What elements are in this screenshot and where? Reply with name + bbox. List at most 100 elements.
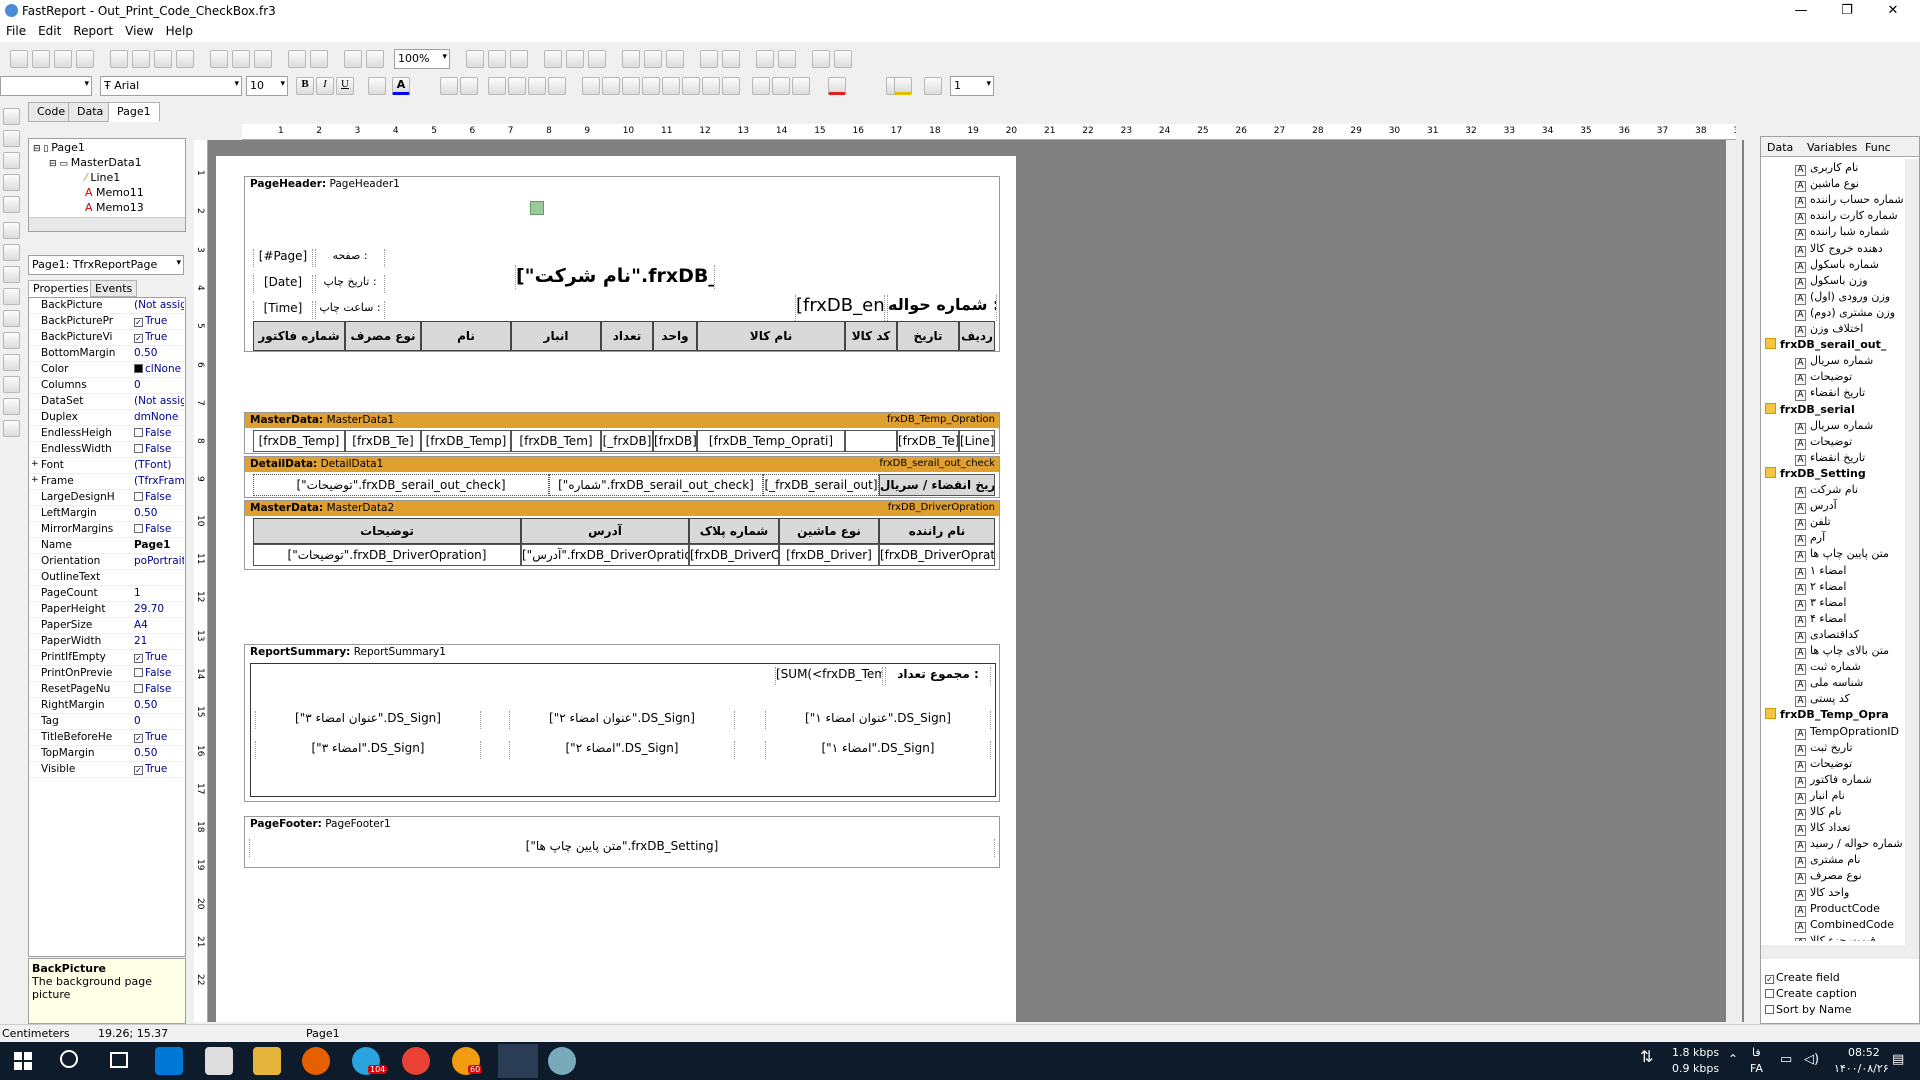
data-field[interactable]: A تاریخ ثبت: [1795, 741, 1853, 756]
checkbox-icon[interactable]: ✓: [134, 766, 143, 775]
property-row[interactable]: BackPicture (Not assigned): [29, 298, 185, 314]
data-vscrollbar[interactable]: [1905, 159, 1919, 959]
col-header[interactable]: کد کالا: [845, 321, 897, 351]
same-height-icon[interactable]: [834, 50, 852, 68]
space-vert-icon[interactable]: [722, 50, 740, 68]
center-vert-icon[interactable]: [778, 50, 796, 68]
property-row[interactable]: MirrorMargins False: [29, 522, 185, 538]
tab-variables[interactable]: Variables: [1807, 141, 1857, 154]
data-option[interactable]: ✓ Create field: [1765, 971, 1840, 984]
property-value[interactable]: 0.50: [134, 747, 184, 759]
data-field[interactable]: A شماره سریال: [1795, 419, 1873, 434]
dataset-node[interactable]: frxDB_serail_out_: [1765, 338, 1886, 351]
property-value[interactable]: False: [134, 491, 184, 503]
space-horz-icon[interactable]: [700, 50, 718, 68]
sign-3[interactable]: ["امضاء ۳".DS_Sign]: [255, 741, 481, 759]
col-header[interactable]: شماره فاکتور: [253, 321, 345, 351]
col-header[interactable]: تعداد: [601, 321, 653, 351]
property-value[interactable]: False: [134, 523, 184, 535]
menu-view[interactable]: View: [119, 22, 159, 40]
checkbox-icon[interactable]: [134, 444, 143, 453]
line-object-icon[interactable]: [3, 332, 20, 349]
tree-item[interactable]: ⊟ ▯ Page1: [33, 141, 85, 154]
property-value[interactable]: False: [134, 443, 184, 455]
col-header[interactable]: شماره پلاک: [689, 518, 779, 544]
checkbox-icon[interactable]: [134, 668, 143, 677]
sign-1[interactable]: ["امضاء ۱".DS_Sign]: [765, 741, 991, 759]
data-field[interactable]: A نام انبار: [1795, 789, 1845, 804]
frame-top-icon[interactable]: [642, 77, 660, 95]
page-number-memo[interactable]: [#Page]: [253, 249, 313, 267]
object-select[interactable]: Page1: TfrxReportPage: [28, 255, 184, 275]
col-header[interactable]: ردیف: [959, 321, 995, 351]
data-field[interactable]: A تاریخ انقضاء: [1795, 451, 1865, 466]
data-field[interactable]: A تعداد کالا: [1795, 821, 1850, 837]
file-explorer-icon[interactable]: [253, 1047, 281, 1075]
checkbox-object-icon[interactable]: [3, 376, 20, 393]
data-field[interactable]: A تاریخ انقضاء: [1795, 386, 1865, 402]
col-header[interactable]: نوع ماشین: [779, 518, 879, 544]
cut-icon[interactable]: [210, 50, 228, 68]
data-cell[interactable]: ["توضیحات".frxDB_serail_out_check]: [253, 474, 549, 496]
property-value[interactable]: ✓ True: [134, 763, 184, 775]
property-value[interactable]: (Not assigned): [134, 299, 184, 311]
mail-icon[interactable]: [205, 1047, 233, 1075]
bold-button[interactable]: B: [296, 77, 314, 95]
data-field[interactable]: A امضاء ۳: [1795, 596, 1846, 611]
data-hscrollbar[interactable]: [1761, 945, 1905, 959]
data-field[interactable]: A نام کاربری: [1795, 161, 1858, 176]
property-row[interactable]: ResetPageNu False: [29, 682, 185, 698]
telegram-icon[interactable]: 104: [352, 1047, 388, 1075]
picture-object-icon[interactable]: [3, 266, 20, 283]
data-cell[interactable]: [845, 430, 897, 452]
frame-right-icon[interactable]: [702, 77, 720, 95]
property-value[interactable]: (TfrxFrame): [134, 475, 184, 487]
data-field[interactable]: A وزن باسکول: [1795, 274, 1868, 289]
property-row[interactable]: PaperWidth 21: [29, 634, 185, 650]
report-page[interactable]: PageHeader: PageHeader1 [#Page] [Date] […: [216, 156, 1016, 1022]
menu-edit[interactable]: Edit: [32, 22, 67, 40]
property-row[interactable]: BackPicturePr ✓ True: [29, 314, 185, 330]
subreport-icon[interactable]: [3, 288, 20, 305]
data-cell[interactable]: [frxDB_Driver]: [779, 544, 879, 566]
data-field[interactable]: A متن پایین چاپ ها: [1795, 547, 1889, 563]
data-cell[interactable]: [frxDB_Te]: [897, 430, 959, 452]
data-field[interactable]: A امضاء ۲: [1795, 580, 1846, 595]
notifications-icon[interactable]: ▤: [1892, 1052, 1904, 1067]
data-field[interactable]: A توضیحات: [1795, 370, 1852, 386]
property-row[interactable]: TopMargin 0.50: [29, 746, 185, 762]
date-label[interactable]: تاریخ چاپ :: [315, 275, 385, 293]
detaildata1-band[interactable]: DetailData: DetailData1 frxDB_serail_out_…: [244, 456, 1000, 498]
same-width-icon[interactable]: [812, 50, 830, 68]
property-row[interactable]: Tag 0: [29, 714, 185, 730]
tree-item[interactable]: A Memo13: [85, 201, 144, 214]
save-icon[interactable]: [54, 50, 72, 68]
align-center-icon[interactable]: [566, 50, 584, 68]
align-middle-icon[interactable]: [644, 50, 662, 68]
data-cell[interactable]: [frxDB_Tem]: [511, 430, 601, 452]
task-view-icon[interactable]: [110, 1052, 128, 1068]
align-bottom-icon[interactable]: [666, 50, 684, 68]
checkbox-icon[interactable]: [134, 492, 143, 501]
frame-left-icon[interactable]: [682, 77, 700, 95]
tray-chevron-icon[interactable]: ⌃: [1728, 1052, 1738, 1066]
data-field[interactable]: A شماره سریال: [1795, 354, 1873, 370]
zoom-tool-icon[interactable]: [3, 152, 20, 169]
col-header[interactable]: نام راننده: [879, 518, 995, 544]
data-field[interactable]: A آدرس: [1795, 499, 1837, 515]
data-cell[interactable]: [frxDB_Temp]: [421, 430, 511, 452]
property-row[interactable]: +Frame (TfrxFrame): [29, 474, 185, 490]
col-header[interactable]: نام کالا: [697, 321, 845, 351]
col-header[interactable]: توضیحات: [253, 518, 521, 544]
data-field[interactable]: A دهنده خروج کالا: [1795, 242, 1883, 257]
zoom-select[interactable]: 100%: [394, 49, 450, 69]
fastreport-task-icon[interactable]: [498, 1044, 538, 1078]
checkbox-icon[interactable]: [134, 524, 143, 533]
page-footer-band[interactable]: PageFooter: PageFooter1 ["متن پایین چاپ …: [244, 816, 1000, 868]
total-label[interactable]: مجموع تعداد :: [885, 667, 991, 685]
col-header[interactable]: نوع مصرف: [345, 321, 421, 351]
frame-bottom-icon[interactable]: [662, 77, 680, 95]
text-middle-icon[interactable]: [602, 77, 620, 95]
page-label[interactable]: صفحه :: [315, 249, 385, 267]
sign-title-2[interactable]: ["عنوان امضاء ۲".DS_Sign]: [509, 711, 735, 729]
